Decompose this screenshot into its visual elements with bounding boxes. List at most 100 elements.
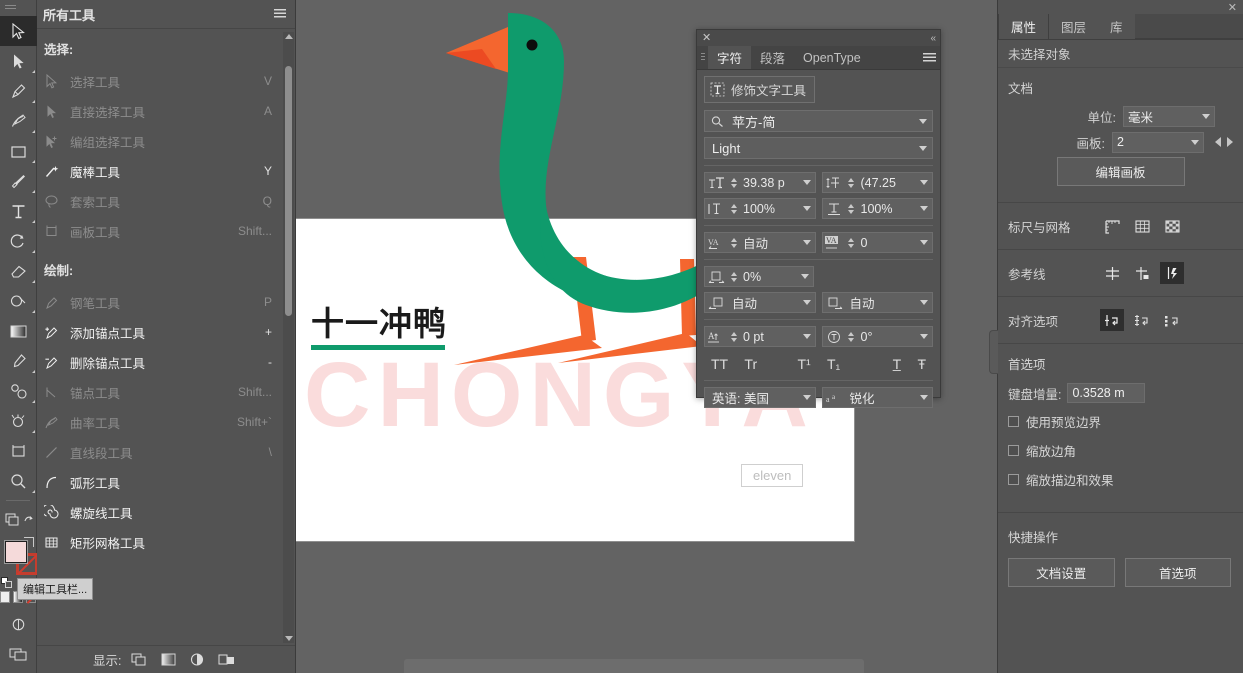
tab-properties[interactable]: 属性: [998, 14, 1050, 39]
chevron-down-icon[interactable]: [916, 334, 932, 339]
tool-item-selection[interactable]: 选择工具 V: [37, 66, 282, 96]
character-panel-titlebar[interactable]: ✕ «: [697, 30, 940, 46]
tool-eraser[interactable]: [0, 256, 37, 286]
tracking-value[interactable]: 0: [857, 236, 917, 250]
stepper-icon[interactable]: [728, 203, 739, 214]
stepper-icon[interactable]: [728, 271, 739, 282]
scale-strokes-effects-checkbox-row[interactable]: 缩放描边和效果: [998, 465, 1243, 494]
tsume-field[interactable]: 0%: [704, 266, 814, 287]
panel-menu-icon[interactable]: [918, 46, 940, 69]
panel-menu-icon[interactable]: [273, 8, 287, 20]
chevron-down-icon[interactable]: [916, 300, 932, 305]
character-rotation-field[interactable]: 0°: [821, 326, 933, 347]
show-rulers-icon[interactable]: [1100, 215, 1124, 237]
unit-select[interactable]: 毫米: [1123, 105, 1215, 127]
baseline-shift-field[interactable]: A 0 pt: [704, 326, 816, 347]
default-fill-stroke-icon[interactable]: [1, 577, 12, 588]
toolbar-drag-grip[interactable]: [0, 0, 36, 16]
stepper-icon[interactable]: [846, 331, 857, 342]
chevron-down-icon[interactable]: [797, 274, 813, 279]
chevron-down-icon[interactable]: [1191, 139, 1199, 145]
horizontal-scale-value[interactable]: 100%: [857, 202, 917, 216]
tool-curvature[interactable]: [0, 106, 37, 136]
chevron-down-icon[interactable]: [914, 118, 932, 124]
font-family-field[interactable]: 苹方-简: [704, 110, 933, 132]
smart-guides-icon[interactable]: [1160, 262, 1184, 284]
scroll-down-arrow-icon[interactable]: [285, 636, 293, 641]
stepper-icon[interactable]: [728, 331, 739, 342]
tool-eyedropper[interactable]: [0, 346, 37, 376]
tool-item-direct-selection[interactable]: 直接选择工具 A: [37, 96, 282, 126]
tool-item-spiral[interactable]: 螺旋线工具: [37, 497, 282, 527]
collapse-double-chevron-icon[interactable]: «: [930, 33, 935, 44]
touch-type-tool-button[interactable]: 修饰文字工具: [704, 76, 816, 103]
font-size-value[interactable]: 39.38 p: [739, 176, 799, 190]
close-icon[interactable]: ✕: [702, 32, 711, 43]
tool-item-line-segment[interactable]: 直线段工具 \: [37, 437, 282, 467]
tool-item-group-selection[interactable]: 编组选择工具: [37, 126, 282, 156]
arrange-documents-button[interactable]: [0, 639, 37, 669]
scale-corners-checkbox-row[interactable]: 缩放边角: [998, 436, 1243, 465]
chevron-down-icon[interactable]: [799, 206, 815, 211]
document-setup-button[interactable]: 文档设置: [1008, 558, 1115, 587]
show-transparency-grid-icon[interactable]: [1160, 215, 1184, 237]
tools-panel-scrollbar[interactable]: [283, 32, 294, 643]
tsume-value[interactable]: 0%: [739, 270, 797, 284]
tool-blend[interactable]: [0, 376, 37, 406]
swap-fill-stroke-icon[interactable]: [24, 537, 34, 547]
tool-zoom[interactable]: [0, 466, 37, 496]
tool-item-delete-anchor-point[interactable]: 删除锚点工具 -: [37, 347, 282, 377]
tool-item-add-anchor-point[interactable]: 添加锚点工具 +: [37, 317, 282, 347]
screen-mode-button[interactable]: [0, 609, 37, 639]
scrollbar-thumb[interactable]: [285, 66, 292, 316]
show-color-icon[interactable]: [188, 651, 208, 668]
underline-button[interactable]: T̲: [888, 356, 907, 372]
chevron-down-icon[interactable]: [799, 395, 815, 400]
all-caps-button[interactable]: TT: [706, 356, 733, 372]
kerning-field[interactable]: VA 自动: [704, 232, 816, 253]
tool-item-pen[interactable]: 钢笔工具 P: [37, 287, 282, 317]
snap-to-pixel-icon[interactable]: [1160, 309, 1184, 331]
show-guides-icon[interactable]: [1100, 262, 1124, 284]
chevron-down-icon[interactable]: [799, 334, 815, 339]
tool-direct-selection[interactable]: [0, 46, 37, 76]
show-default-toolbar-icon[interactable]: [130, 651, 150, 668]
chevron-down-icon[interactable]: [916, 240, 932, 245]
tab-layers[interactable]: 图层: [1049, 14, 1098, 39]
tool-type[interactable]: [0, 196, 37, 226]
stepper-icon[interactable]: [728, 177, 739, 188]
superscript-button[interactable]: T¹: [792, 356, 815, 372]
headline-text[interactable]: 十一冲鸭: [311, 297, 447, 345]
vertical-scale-field[interactable]: 100%: [704, 198, 816, 219]
stepper-icon[interactable]: [846, 203, 857, 214]
checkbox-icon[interactable]: [1008, 445, 1019, 456]
show-grid-icon[interactable]: [1130, 215, 1154, 237]
left-aki-field[interactable]: 自动: [704, 292, 816, 313]
show-advanced-icon[interactable]: [217, 651, 237, 668]
baseline-shift-value[interactable]: 0 pt: [739, 330, 799, 344]
stepper-icon[interactable]: [728, 237, 739, 248]
panel-drag-dots[interactable]: [697, 46, 708, 69]
font-style-field[interactable]: Light: [704, 137, 933, 159]
small-caps-button[interactable]: Tr: [739, 356, 762, 372]
chevron-down-icon[interactable]: [916, 180, 932, 185]
chevron-down-icon[interactable]: [1202, 113, 1210, 119]
right-aki-value[interactable]: 自动: [846, 293, 917, 312]
checkbox-icon[interactable]: [1008, 474, 1019, 485]
lock-guides-icon[interactable]: [1130, 262, 1154, 284]
tool-rotate[interactable]: [0, 226, 37, 256]
leading-value[interactable]: (47.25: [857, 176, 917, 190]
kerning-value[interactable]: 自动: [739, 233, 799, 252]
tool-item-magic-wand[interactable]: 魔棒工具 Y: [37, 156, 282, 186]
artboard-select[interactable]: 2: [1112, 131, 1204, 153]
tool-artboard[interactable]: [0, 436, 37, 466]
character-rotation-value[interactable]: 0°: [857, 330, 917, 344]
scroll-up-arrow-icon[interactable]: [285, 34, 293, 39]
tool-pen[interactable]: [0, 76, 37, 106]
chevron-down-icon[interactable]: [799, 180, 815, 185]
stepper-icon[interactable]: [846, 177, 857, 188]
stepper-icon[interactable]: [846, 237, 857, 248]
checkbox-icon[interactable]: [1008, 416, 1019, 427]
chevron-down-icon[interactable]: [916, 395, 932, 400]
chevron-down-icon[interactable]: [914, 145, 932, 151]
